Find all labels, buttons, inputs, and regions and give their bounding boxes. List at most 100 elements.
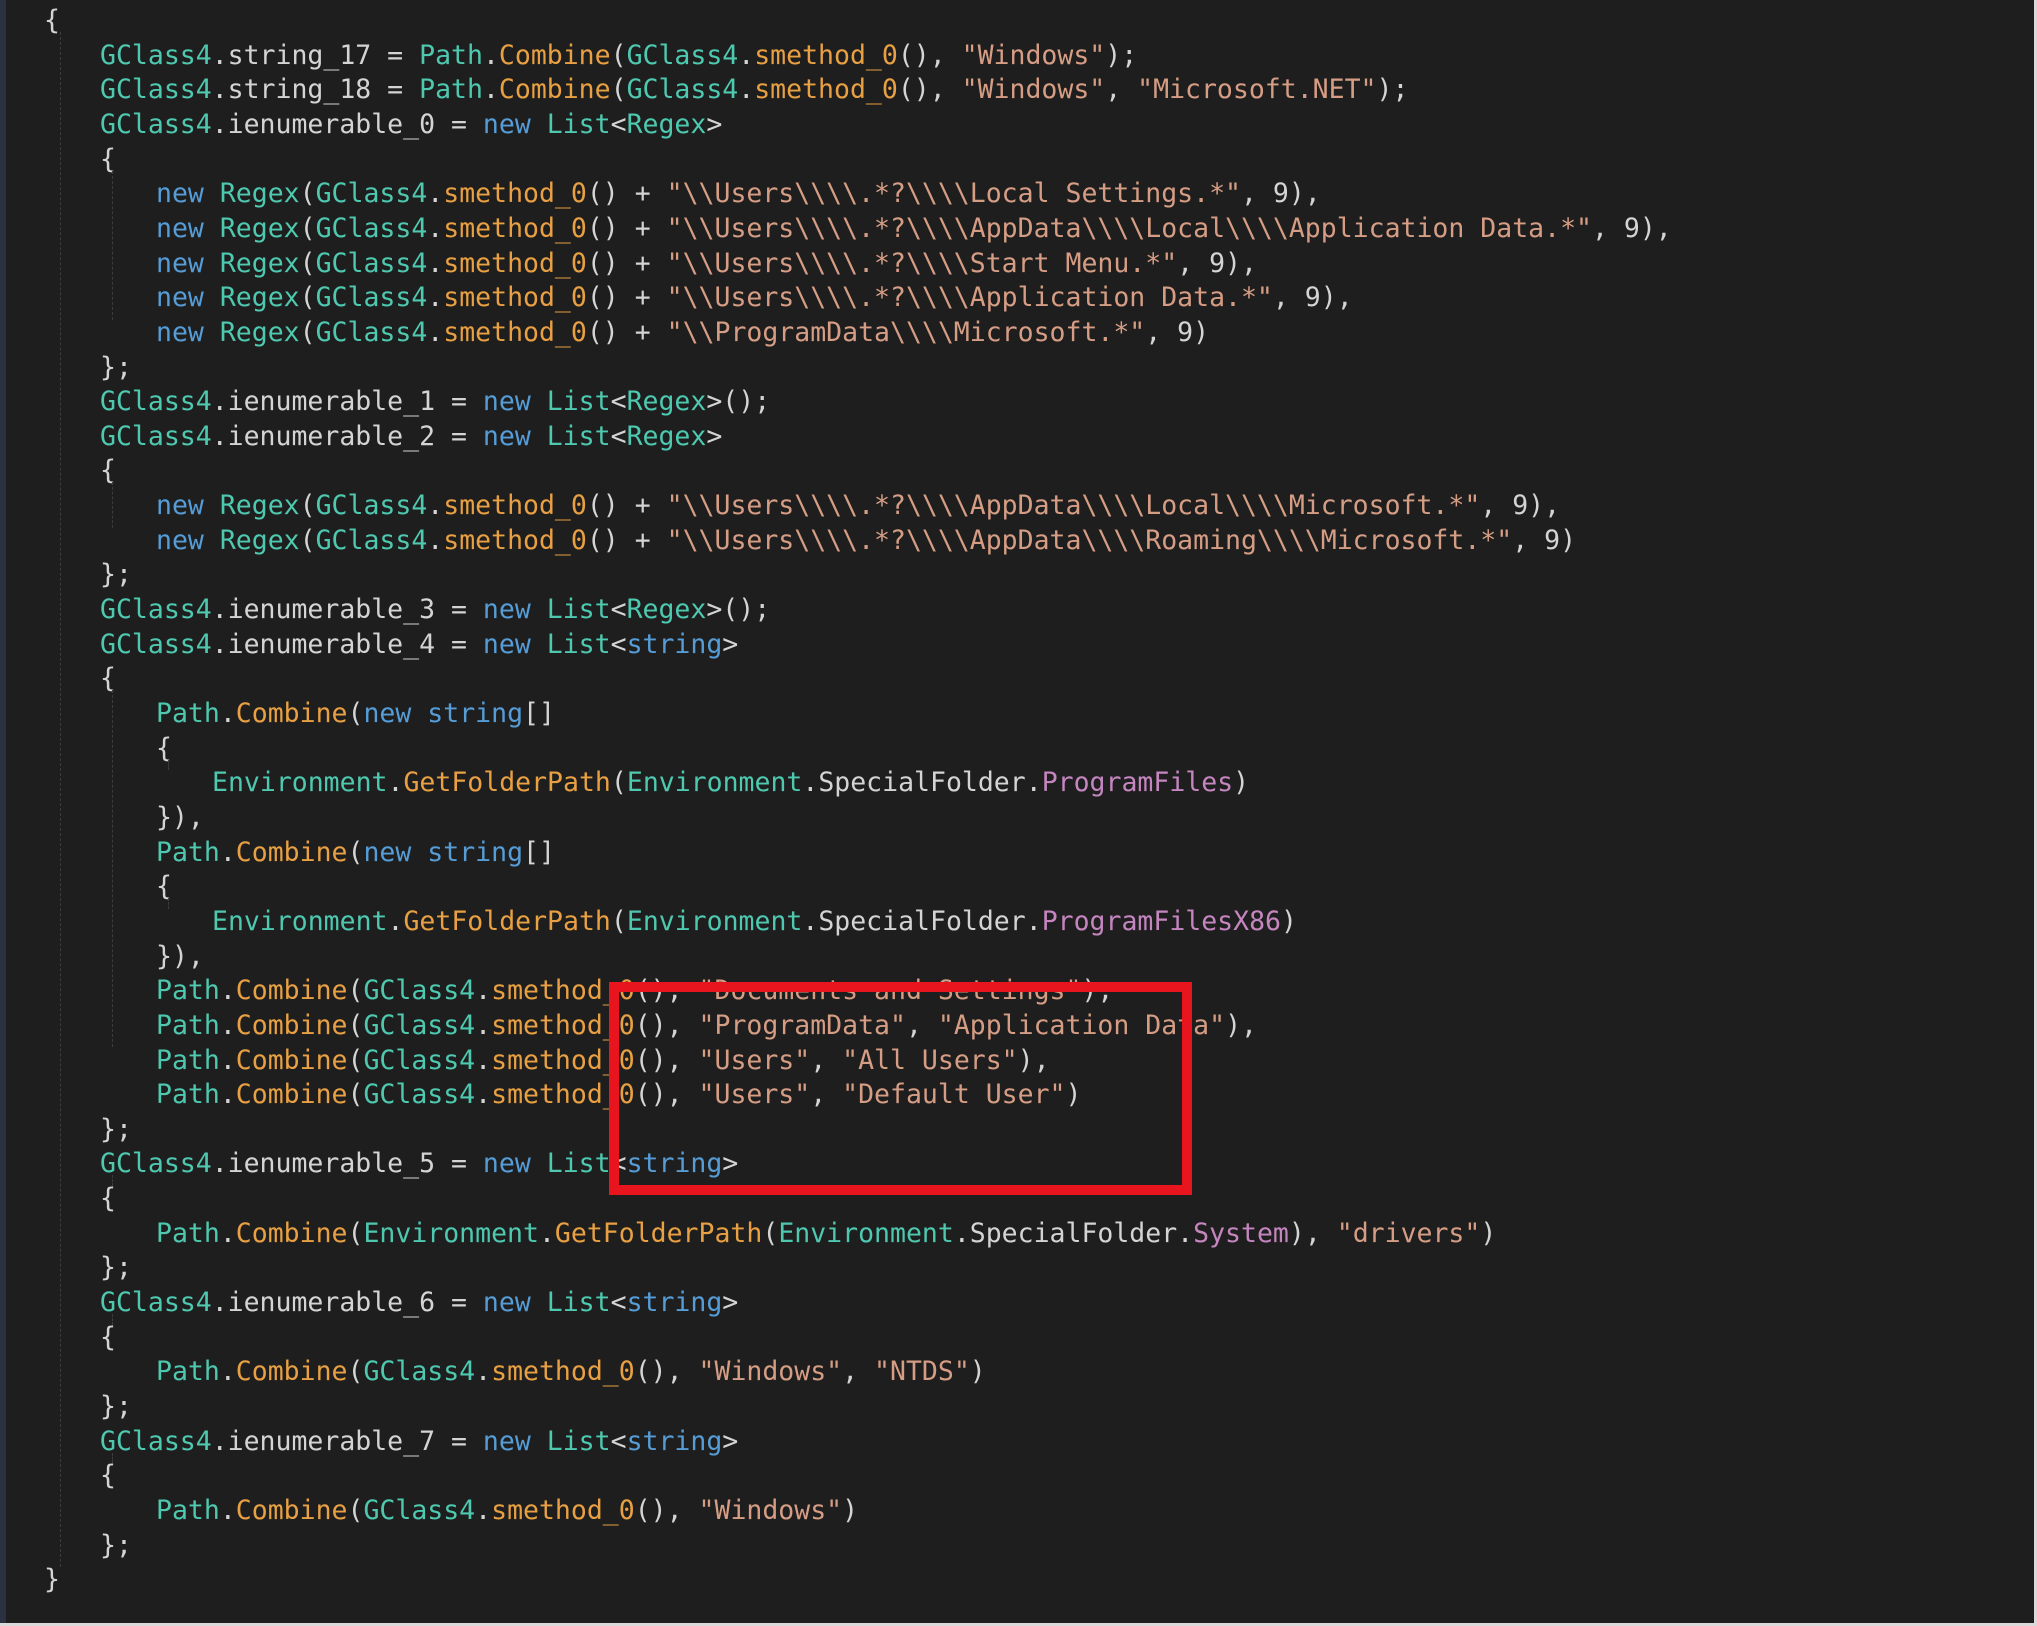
code-token: . <box>427 178 444 210</box>
code-token: new <box>156 490 204 522</box>
code-token: }; <box>100 351 132 383</box>
code-line: new Regex(GClass4.smethod_0() + "\\Users… <box>156 210 1672 248</box>
code-token: , <box>842 1356 875 1388</box>
code-token: smethod_0 <box>443 282 587 314</box>
code-token: Environment <box>212 905 388 937</box>
code-token: ( <box>347 1009 364 1041</box>
code-token: . <box>475 975 492 1007</box>
code-token: () + <box>586 178 667 210</box>
code-token: List <box>546 386 611 418</box>
code-token: . <box>219 1217 236 1249</box>
code-token: Regex <box>219 282 300 314</box>
code-token: Regex <box>219 490 300 522</box>
code-token: ProgramFilesX86 <box>1041 905 1282 937</box>
code-token: ) <box>1480 1217 1497 1249</box>
code-token: . <box>427 212 444 244</box>
code-token: "\\Users\\\\.*?\\\\Local Settings.*" <box>666 178 1241 210</box>
code-token: smethod_0 <box>443 316 587 348</box>
code-token: ( <box>347 1494 364 1526</box>
code-token: GClass4 <box>363 1079 476 1111</box>
code-token: new <box>156 247 204 279</box>
code-token: new <box>482 386 531 418</box>
code-token: Environment <box>212 767 388 799</box>
editor-gutter <box>0 0 6 1623</box>
code-token: ), <box>1225 1009 1257 1041</box>
code-token: .ienumerable_2 = <box>211 420 483 452</box>
code-token: Combine <box>235 698 348 729</box>
code-token: ( <box>347 1044 364 1076</box>
code-token: Path <box>419 39 483 71</box>
code-token: .SpecialFolder. <box>802 767 1042 799</box>
code-line: } <box>44 1561 60 1599</box>
code-token: List <box>546 1148 611 1180</box>
code-token: "\\ProgramData\\\\Microsoft.*" <box>666 316 1146 348</box>
code-token: Regex <box>626 386 707 418</box>
code-token: new <box>482 628 531 660</box>
code-line: { <box>100 1319 116 1357</box>
code-token: , 9) <box>1145 316 1210 348</box>
code-token: List <box>546 628 611 660</box>
code-token: (), <box>897 74 962 106</box>
code-token: }; <box>100 1391 132 1422</box>
code-token: Path <box>156 836 220 868</box>
code-token: > <box>722 628 739 660</box>
code-token: new <box>482 1425 531 1457</box>
code-line: }), <box>156 799 204 837</box>
code-line: { <box>100 141 116 179</box>
code-token: GClass4 <box>315 490 428 522</box>
code-token: < <box>610 628 627 660</box>
code-token: Path <box>156 1494 220 1526</box>
code-token: ( <box>610 74 627 106</box>
code-token: > <box>706 108 723 140</box>
code-editor[interactable]: {GClass4.string_17 = Path.Combine(GClass… <box>0 0 2037 1626</box>
code-token: .ienumerable_4 = <box>211 628 483 660</box>
code-token: Regex <box>219 247 300 279</box>
code-line: GClass4.ienumerable_2 = new List<Regex> <box>100 418 722 456</box>
code-token: ( <box>347 1079 364 1111</box>
code-token: string <box>626 1425 723 1457</box>
indent-guide <box>112 482 113 528</box>
code-token: "Microsoft.NET" <box>1137 74 1377 106</box>
code-token: GClass4 <box>315 282 428 314</box>
code-token: Environment <box>626 905 803 937</box>
code-token: { <box>100 1460 116 1492</box>
code-token: "Windows" <box>698 1356 843 1388</box>
code-token: . <box>219 698 236 729</box>
code-token: Combine <box>235 1009 348 1041</box>
code-line: Path.Combine(GClass4.smethod_0(), "Windo… <box>156 1353 986 1391</box>
code-token: { <box>100 455 116 487</box>
code-line: new Regex(GClass4.smethod_0() + "\\Users… <box>156 175 1321 213</box>
code-token: (), <box>634 1494 699 1526</box>
code-token: ( <box>299 490 316 522</box>
indent-guide <box>60 32 61 1568</box>
code-token: Path <box>156 1356 220 1388</box>
indent-guide <box>168 759 169 771</box>
code-token: new <box>156 178 204 210</box>
code-token: ( <box>762 1217 779 1249</box>
code-token: GClass4 <box>100 1425 212 1457</box>
code-token: ( <box>299 282 316 314</box>
code-line: new Regex(GClass4.smethod_0() + "\\Users… <box>156 487 1560 525</box>
code-token: GClass4 <box>100 420 212 452</box>
code-line: new Regex(GClass4.smethod_0() + "\\Users… <box>156 245 1257 283</box>
code-token: Combine <box>498 74 611 106</box>
code-token: ) <box>1233 767 1250 799</box>
code-token: , 9), <box>1480 490 1561 522</box>
code-token: smethod_0 <box>443 524 587 556</box>
code-token: , 9), <box>1240 178 1321 210</box>
code-line: { <box>100 452 116 490</box>
code-line: { <box>44 2 60 40</box>
code-line: new Regex(GClass4.smethod_0() + "\\Users… <box>156 279 1353 317</box>
code-line: { <box>100 1457 116 1495</box>
code-token: (), <box>897 39 962 71</box>
code-token: string <box>626 1287 723 1319</box>
code-token: . <box>219 1356 236 1388</box>
code-token: GClass4 <box>626 74 739 106</box>
code-token: Path <box>156 698 220 729</box>
indent-guide <box>112 1314 113 1325</box>
code-token: . <box>475 1356 492 1388</box>
